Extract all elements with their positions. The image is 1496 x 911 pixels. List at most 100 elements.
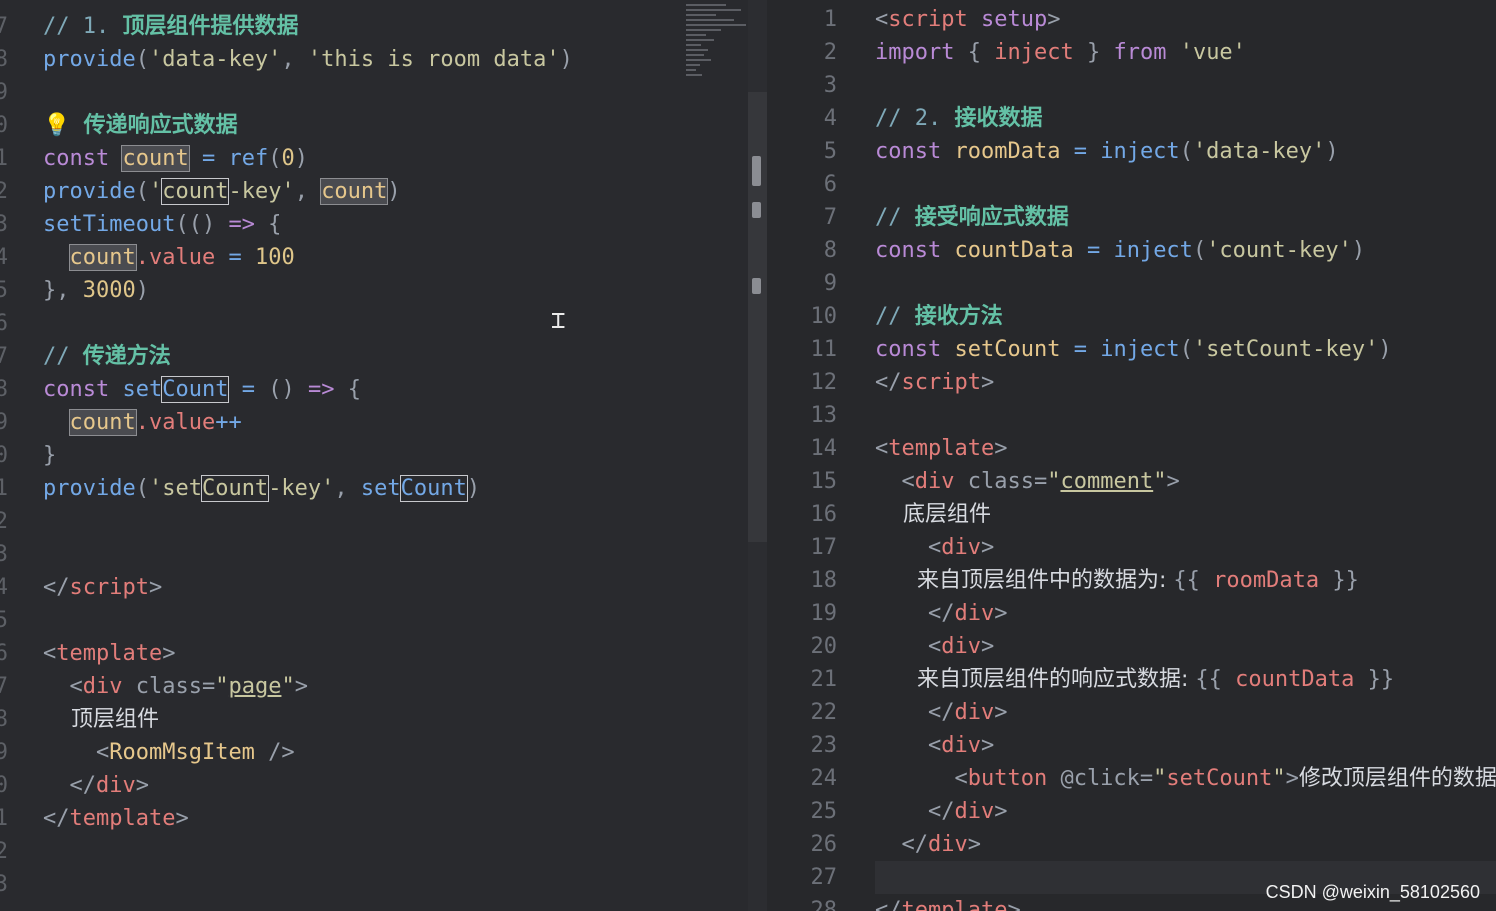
code-line[interactable]: 25 </div>	[767, 795, 1496, 828]
code-token: .value	[135, 245, 216, 270]
code-line[interactable]: 5	[0, 604, 748, 637]
code-line[interactable]: 6	[0, 307, 748, 340]
code-line[interactable]: 10 // 接收方法	[767, 300, 1496, 333]
code-line[interactable]: 22 </div>	[767, 696, 1496, 729]
code-line[interactable]: 0 💡 传递响应式数据	[0, 109, 748, 142]
code-token: (	[135, 179, 149, 204]
code-token: template	[69, 806, 176, 831]
line-number: 0	[0, 113, 8, 138]
code-line[interactable]: 0}	[0, 439, 748, 472]
line-number: 28	[810, 898, 838, 911]
code-token: 顶层组件提供数据	[122, 14, 299, 39]
code-line[interactable]: 7 // 接受响应式数据	[767, 201, 1496, 234]
code-line[interactable]: 18 来自顶层组件中的数据为: {{ roomData }}	[767, 564, 1496, 597]
code-line[interactable]: 1 const count = ref(0)	[0, 142, 748, 175]
code-line[interactable]: 9	[767, 267, 1496, 300]
code-line[interactable]: 5 const roomData = inject('data-key')	[767, 135, 1496, 168]
code-line[interactable]: 9 <RoomMsgItem />	[0, 736, 748, 769]
code-line[interactable]: 14 <template>	[767, 432, 1496, 465]
code-line[interactable]: 6	[767, 168, 1496, 201]
code-line[interactable]: 23 <div>	[767, 729, 1496, 762]
line-number: 11	[810, 337, 838, 362]
code-token: ref	[228, 146, 269, 171]
code-line[interactable]: 7 // 1. 顶层组件提供数据	[0, 10, 748, 43]
code-line[interactable]: 2	[0, 835, 748, 868]
code-line[interactable]: 9	[0, 76, 748, 109]
code-text: 来自顶层组件的响应式数据: {{ countData }}	[875, 663, 1394, 696]
code-line[interactable]: 8 顶层组件	[0, 703, 748, 736]
code-line[interactable]: 20 <div>	[767, 630, 1496, 663]
code-line[interactable]: 2 provide('count-key', count)	[0, 175, 748, 208]
code-token: {	[334, 377, 361, 402]
code-token: =	[1073, 238, 1114, 263]
code-token: count	[161, 178, 230, 205]
code-line[interactable]: 11 const setCount = inject('setCount-key'…	[767, 333, 1496, 366]
code-line[interactable]: 6 <template>	[0, 637, 748, 670]
code-line[interactable]: 5}, 3000)	[0, 274, 748, 307]
code-line[interactable]: 2	[0, 505, 748, 538]
code-line[interactable]: 3	[0, 538, 748, 571]
code-token: setCount	[1166, 766, 1273, 791]
code-token: "	[1153, 766, 1167, 791]
code-line[interactable]: 15 <div class="comment">	[767, 465, 1496, 498]
code-token: </	[43, 575, 70, 600]
code-line[interactable]: 3	[767, 69, 1496, 102]
code-token: (	[135, 476, 149, 501]
code-token: 来自顶层组件的响应式数据:	[875, 667, 1196, 692]
code-line[interactable]: 4 // 2. 接收数据	[767, 102, 1496, 135]
code-line[interactable]: 7 // 传递方法	[0, 340, 748, 373]
code-line[interactable]: 9 count.value++	[0, 406, 748, 439]
code-token: >	[135, 773, 149, 798]
code-line[interactable]: 0 </div>	[0, 769, 748, 802]
code-token: script	[901, 370, 981, 395]
code-token: //	[43, 344, 83, 369]
code-line[interactable]: 8 const countData = inject('count-key')	[767, 234, 1496, 267]
code-token: )	[135, 278, 149, 303]
left-editor-pane[interactable]: 7// 1. 顶层组件提供数据 8 provide('data-key', 'thi…	[0, 0, 748, 911]
code-line[interactable]: 7 <div class="page">	[0, 670, 748, 703]
code-token: >	[148, 575, 163, 600]
code-token: setCount	[954, 337, 1061, 362]
right-editor-pane[interactable]: 1 <script setup> 2 import { inject } from '…	[767, 0, 1496, 911]
line-number: 3	[0, 212, 8, 237]
code-token: Count	[200, 475, 270, 502]
line-number: 0	[0, 443, 8, 468]
code-token: >	[175, 806, 189, 831]
minimap[interactable]	[686, 4, 748, 84]
line-number: 8	[0, 707, 8, 732]
code-line[interactable]: 21 来自顶层组件的响应式数据: {{ countData }}	[767, 663, 1496, 696]
code-line[interactable]: 1 provide('setCount-key', setCount)	[0, 472, 748, 505]
code-line[interactable]: 16 底层组件	[767, 498, 1496, 531]
code-line[interactable]: 8 const setCount = () => {	[0, 373, 748, 406]
code-line[interactable]: 3 setTimeout(() => {	[0, 208, 748, 241]
code-line[interactable]: 1 </template>	[0, 802, 748, 835]
line-number: 20	[810, 634, 838, 659]
code-token: Count	[399, 475, 468, 502]
line-number: 10	[810, 304, 838, 329]
line-number: 1	[0, 146, 8, 171]
code-line[interactable]: 26 </div>	[767, 828, 1496, 861]
code-line[interactable]: 12 </script>	[767, 366, 1496, 399]
code-token: >	[294, 674, 308, 699]
code-line[interactable]: 1 <script setup>	[767, 3, 1496, 36]
code-line[interactable]: 13	[767, 399, 1496, 432]
code-text: </div>	[875, 597, 1008, 630]
code-line[interactable]: 19 </div>	[767, 597, 1496, 630]
code-line[interactable]: 8 provide('data-key', 'this is room data'…	[0, 43, 748, 76]
line-number: 15	[810, 469, 838, 494]
code-token: const	[875, 337, 955, 362]
code-token: 顶层组件	[43, 707, 159, 732]
code-token: =>	[307, 377, 335, 402]
code-line[interactable]: 24 <button @click="setCount">修改顶层组件的数据	[767, 762, 1496, 795]
code-token: button	[967, 766, 1048, 791]
code-token: div	[941, 634, 981, 659]
line-number: 9	[0, 80, 8, 105]
code-line[interactable]: 4 </script>	[0, 571, 748, 604]
code-line[interactable]: 17 <div>	[767, 531, 1496, 564]
scrollbar-thumb[interactable]	[752, 156, 761, 186]
code-line[interactable]: 3	[0, 868, 748, 901]
line-number: 9	[0, 410, 8, 435]
code-line[interactable]: 2 import { inject } from 'vue'	[767, 36, 1496, 69]
code-line[interactable]: 4 count.value = 100	[0, 241, 748, 274]
